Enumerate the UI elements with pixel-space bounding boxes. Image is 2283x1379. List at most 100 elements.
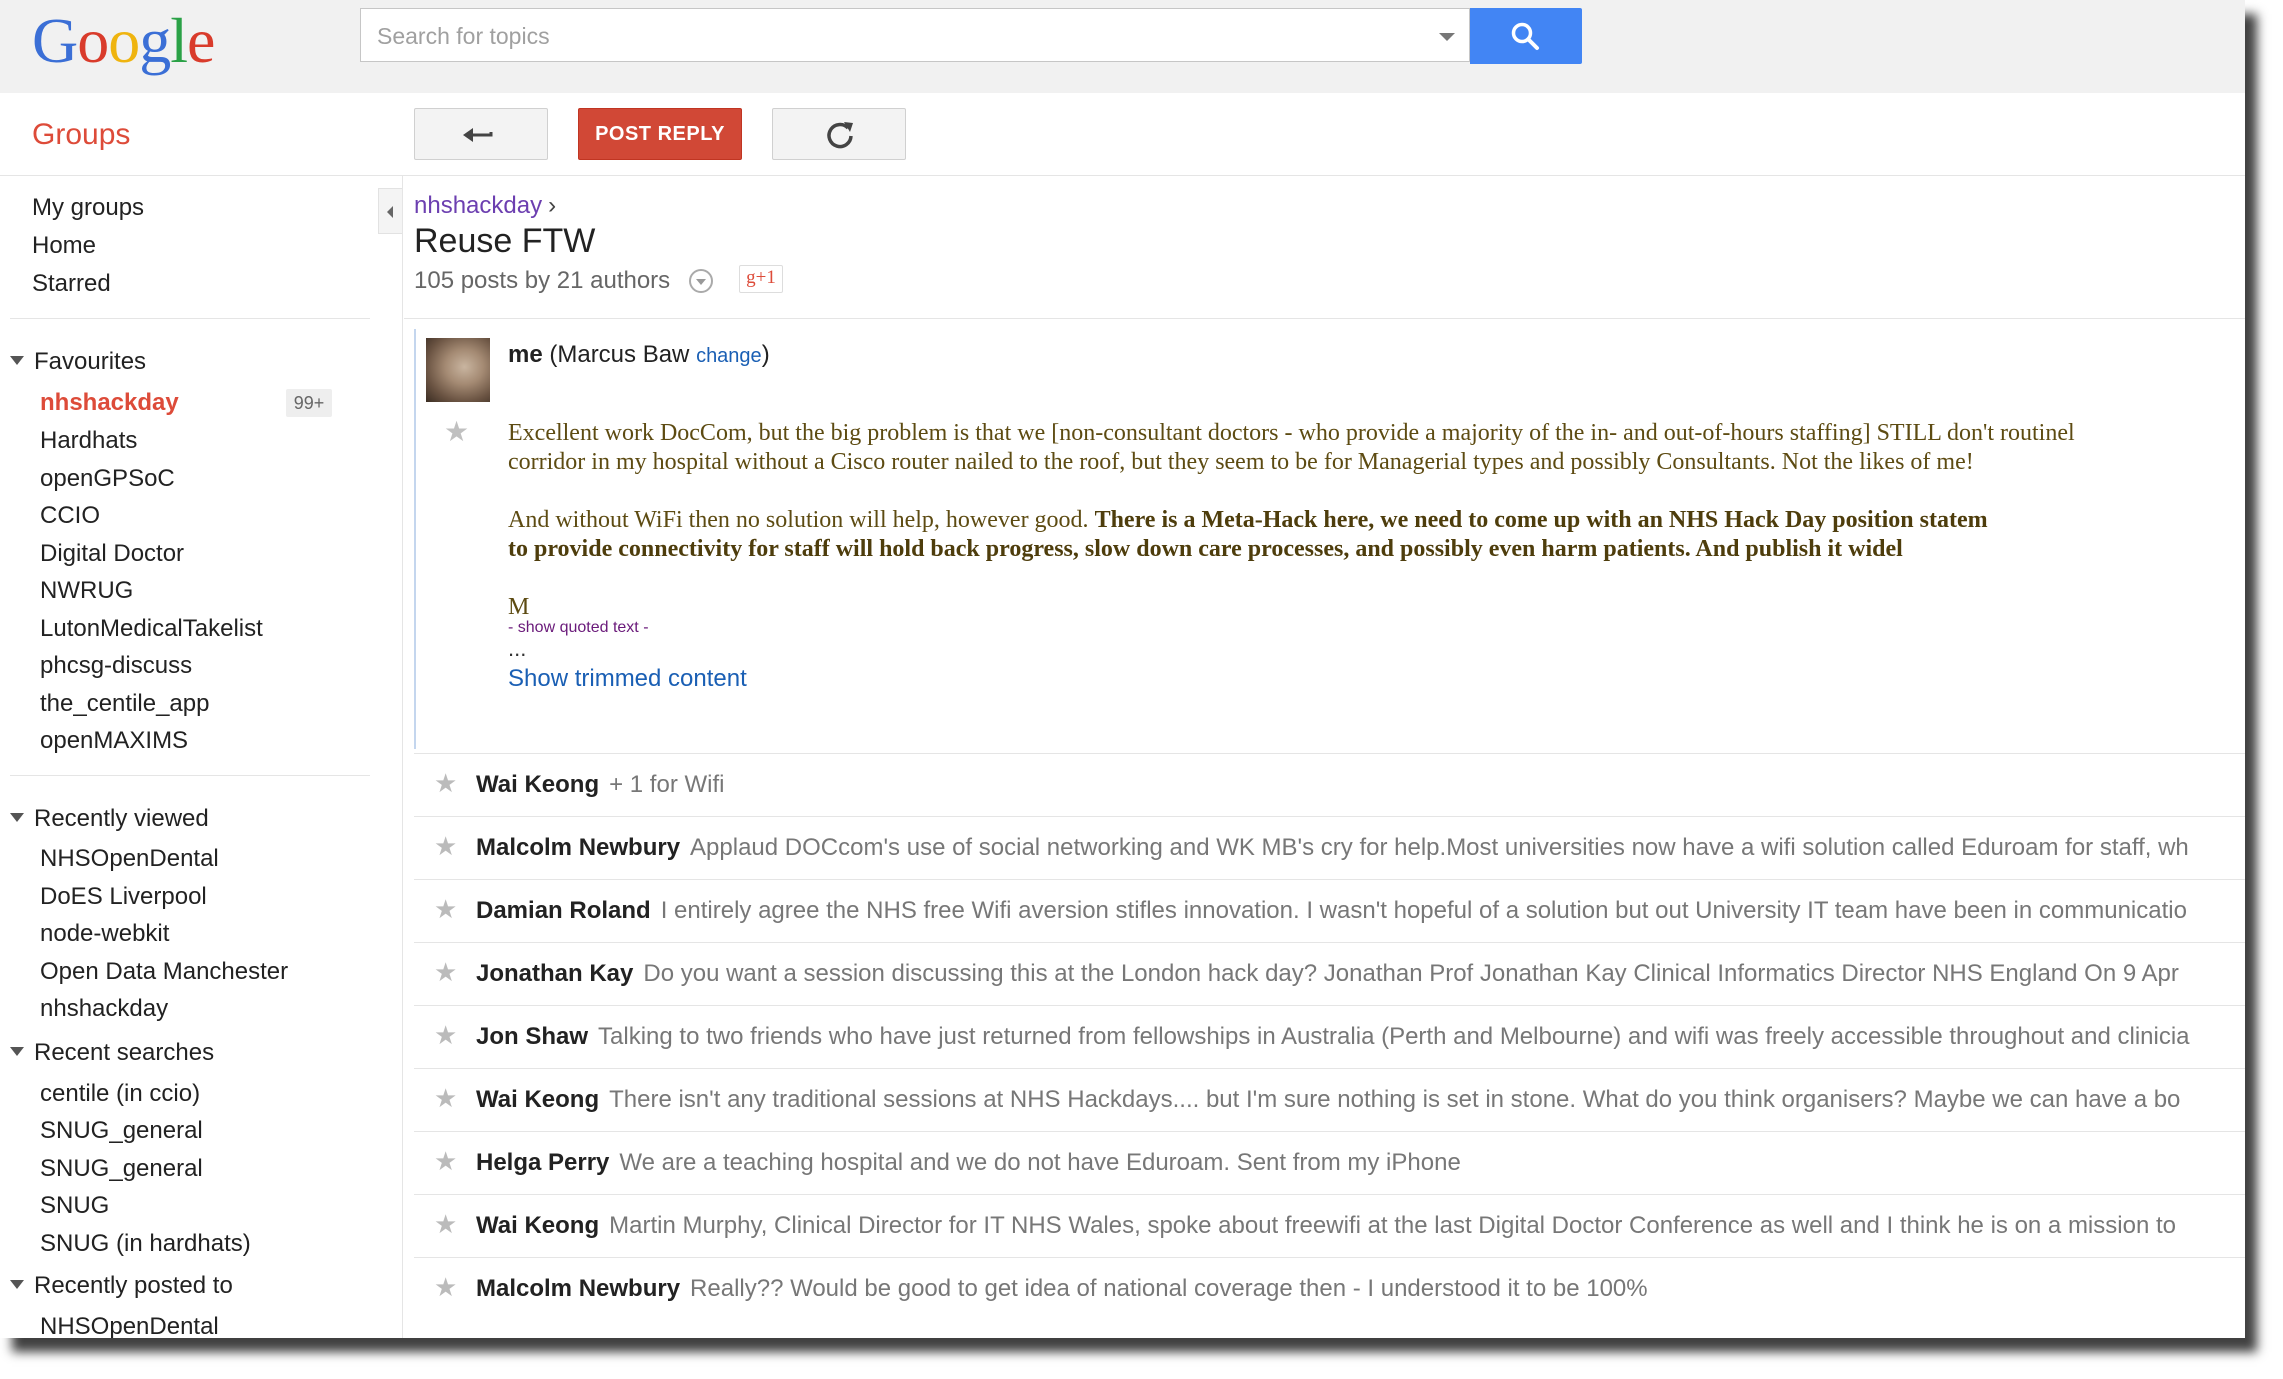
sidebar-item-group[interactable]: LutonMedicalTakelist [40,615,263,643]
reply-snippet: Martin Murphy, Clinical Director for IT … [609,1212,2176,1239]
reply-snippet: I entirely agree the NHS free Wifi avers… [660,897,2187,924]
reply-snippet: Do you want a session discussing this at… [643,960,2179,987]
sidebar-item-home[interactable]: Home [32,232,96,260]
sidebar-divider [402,176,403,1338]
sidebar-item-group[interactable]: NHSOpenDental [40,1313,219,1338]
reply-author: Helga Perry [476,1149,610,1176]
sidebar-item-group[interactable]: DoES Liverpool [40,883,207,911]
star-icon[interactable]: ★ [434,768,457,799]
change-link[interactable]: change [696,345,762,367]
star-icon[interactable]: ★ [434,831,457,862]
plusone-button[interactable]: g+1 [739,265,783,293]
sidebar-item-search[interactable]: SNUG (in hardhats) [40,1230,251,1258]
expand-triangle-icon [10,1280,24,1290]
section-label: Recently viewed [34,805,209,832]
star-icon[interactable]: ★ [434,1272,457,1303]
sidebar-item-search[interactable]: SNUG_general [40,1117,203,1145]
sidebar-item-group[interactable]: Digital Doctor [40,540,184,568]
stats-dropdown-icon[interactable] [689,269,713,293]
reply-summary: Wai Keong There isn't any traditional ses… [476,1086,2180,1114]
reply-snippet: We are a teaching hospital and we do not… [619,1149,1461,1176]
sidebar-item-group[interactable]: node-webkit [40,920,169,948]
back-button[interactable] [414,108,548,160]
sidebar-item-group[interactable]: openMAXIMS [40,727,188,755]
sidebar-item-group[interactable]: NWRUG [40,577,133,605]
reply-row[interactable]: ★ Malcolm Newbury Really?? Would be good t… [414,1257,2245,1320]
post-text-bold: to provide connectivity for staff will h… [508,536,1903,562]
search-button[interactable] [1470,8,1582,64]
star-icon[interactable]: ★ [434,1020,457,1051]
star-icon[interactable]: ★ [434,1209,457,1240]
section-label: Recently posted to [34,1272,233,1299]
reply-row[interactable]: ★ Damian Roland I entirely agree the NHS f… [414,879,2245,942]
expand-triangle-icon [10,813,24,823]
sidebar-item-group[interactable]: openGPSoC [40,465,175,493]
star-icon[interactable]: ★ [434,894,457,925]
sidebar-item-group[interactable]: Open Data Manchester [40,958,288,986]
collapse-sidebar-button[interactable] [378,188,402,234]
star-icon[interactable]: ★ [444,415,469,448]
recent-searches-heading[interactable]: Recent searches [10,1039,214,1067]
sidebar-item-group[interactable]: Hardhats [40,427,137,455]
reply-summary: Wai Keong Martin Murphy, Clinical Directo… [476,1212,2176,1240]
sidebar-item-nhshackday[interactable]: nhshackday [40,389,179,417]
reply-summary: Damian Roland I entirely agree the NHS fr… [476,897,2187,925]
divider [10,775,370,776]
recently-viewed-heading[interactable]: Recently viewed [10,805,209,833]
star-icon[interactable]: ★ [434,1083,457,1114]
expand-triangle-icon [10,356,24,366]
reply-author: Jonathan Kay [476,960,634,987]
post-signoff: M [508,594,530,620]
logo-letter: g [139,5,171,76]
reply-row[interactable]: ★ Malcolm Newbury Applaud DOCcom's use of … [414,816,2245,879]
favourites-heading[interactable]: Favourites [10,348,146,376]
reply-snippet: Really?? Would be good to get idea of na… [690,1275,1648,1302]
sidebar-item-search[interactable]: centile (in ccio) [40,1080,200,1108]
show-quoted-text-link[interactable]: - show quoted text - [508,619,649,637]
breadcrumb-separator: › [548,192,557,219]
logo-letter: o [108,5,140,76]
reply-author: Wai Keong [476,1086,600,1113]
top-bar: Google [0,0,2245,93]
reply-row[interactable]: ★ Wai Keong Martin Murphy, Clinical Direct… [414,1194,2245,1257]
search-dropdown-icon[interactable] [1439,33,1455,41]
refresh-button[interactable] [772,108,906,160]
groups-title[interactable]: Groups [32,118,130,152]
reply-row[interactable]: ★ Jon Shaw Talking to two friends who have… [414,1005,2245,1068]
reply-row[interactable]: ★ Helga Perry We are a teaching hospital a… [414,1131,2245,1194]
search-box [360,8,1470,63]
sidebar-item-starred[interactable]: Starred [32,270,111,298]
show-trimmed-content-link[interactable]: Show trimmed content [508,665,747,693]
chevron-down-icon [696,279,706,285]
post-text-line: corridor in my hospital without a Cisco … [508,449,1974,475]
star-icon[interactable]: ★ [434,957,457,988]
breadcrumb-group-link[interactable]: nhshackday [414,192,542,219]
sidebar-item-group[interactable]: NHSOpenDental [40,845,219,873]
sidebar-item-group[interactable]: the_centile_app [40,690,209,718]
reply-row[interactable]: ★ Jonathan Kay Do you want a session discu… [414,942,2245,1005]
search-input[interactable] [375,9,1419,63]
star-icon[interactable]: ★ [434,1146,457,1177]
post-author-name: (Marcus Baw [549,341,690,368]
avatar[interactable] [426,338,490,402]
post-ellipsis: ... [508,636,527,661]
divider [404,318,2245,319]
google-logo[interactable]: Google [32,5,215,76]
recently-posted-heading[interactable]: Recently posted to [10,1272,233,1300]
sidebar-item-group[interactable]: phcsg-discuss [40,652,192,680]
post-reply-button[interactable]: POST REPLY [578,108,742,160]
reply-row[interactable]: ★ Wai Keong + 1 for Wifi [414,753,2245,816]
sidebar-item-my-groups[interactable]: My groups [32,194,144,222]
reply-summary: Wai Keong + 1 for Wifi [476,771,724,799]
sidebar-item-search[interactable]: SNUG_general [40,1155,203,1183]
logo-letter: e [187,5,215,76]
breadcrumb: nhshackday › [414,192,556,220]
reply-snippet: Applaud DOCcom's use of social networkin… [690,834,2189,861]
sidebar-item-group[interactable]: nhshackday [40,995,168,1023]
post-text-bold: There is a Meta-Hack here, we need to co… [1094,507,1988,533]
reply-row[interactable]: ★ Wai Keong There isn't any traditional se… [414,1068,2245,1131]
reply-author: Damian Roland [476,897,651,924]
chevron-left-icon [387,206,393,218]
sidebar-item-group[interactable]: CCIO [40,502,100,530]
sidebar-item-search[interactable]: SNUG [40,1192,109,1220]
